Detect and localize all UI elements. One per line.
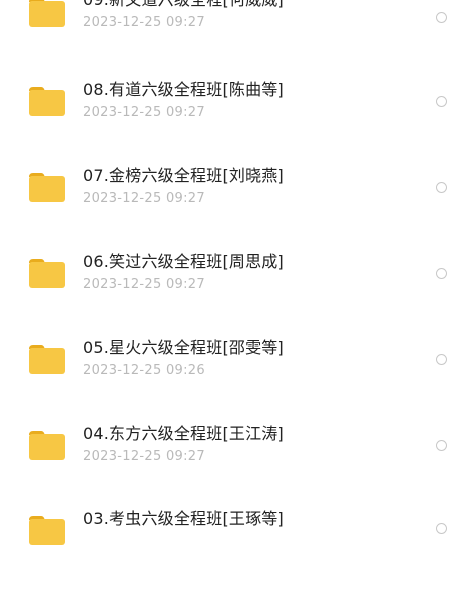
folder-icon [27,85,67,117]
folder-icon [27,343,67,375]
folder-icon [27,257,67,289]
folder-date: 2023-12-25 09:27 [83,15,205,30]
folder-icon [27,171,67,203]
select-radio[interactable] [436,440,447,451]
select-radio[interactable] [436,12,447,23]
folder-name: 06.笑过六级全程班[周思成] [83,252,284,271]
folder-date: 2023-12-25 09:26 [83,363,205,378]
folder-date: 2023-12-25 09:27 [83,105,205,120]
list-item[interactable]: 08.有道六级全程班[陈曲等] 2023-12-25 09:27 [0,80,472,166]
list-item[interactable]: 03.考虫六级全程班[王琢等] [0,509,472,595]
folder-name: 09.新文道六级全程[何威威] [83,0,284,10]
folder-name: 07.金榜六级全程班[刘晓燕] [83,166,284,185]
select-radio[interactable] [436,268,447,279]
folder-icon [27,0,67,28]
folder-date: 2023-12-25 09:27 [83,449,205,464]
list-item[interactable]: 06.笑过六级全程班[周思成] 2023-12-25 09:27 [0,252,472,338]
folder-date: 2023-12-25 09:27 [83,277,205,292]
folder-name: 04.东方六级全程班[王江涛] [83,424,284,443]
list-item[interactable]: 09.新文道六级全程[何威威] 2023-12-25 09:27 [0,0,472,76]
list-item[interactable]: 05.星火六级全程班[邵雯等] 2023-12-25 09:26 [0,338,472,424]
folder-name: 03.考虫六级全程班[王琢等] [83,509,284,528]
select-radio[interactable] [436,523,447,534]
select-radio[interactable] [436,354,447,365]
folder-name: 05.星火六级全程班[邵雯等] [83,338,284,357]
list-item[interactable]: 07.金榜六级全程班[刘晓燕] 2023-12-25 09:27 [0,166,472,252]
folder-icon [27,429,67,461]
folder-icon [27,514,67,546]
select-radio[interactable] [436,96,447,107]
list-item[interactable]: 04.东方六级全程班[王江涛] 2023-12-25 09:27 [0,424,472,510]
folder-name: 08.有道六级全程班[陈曲等] [83,80,284,99]
folder-date: 2023-12-25 09:27 [83,191,205,206]
select-radio[interactable] [436,182,447,193]
